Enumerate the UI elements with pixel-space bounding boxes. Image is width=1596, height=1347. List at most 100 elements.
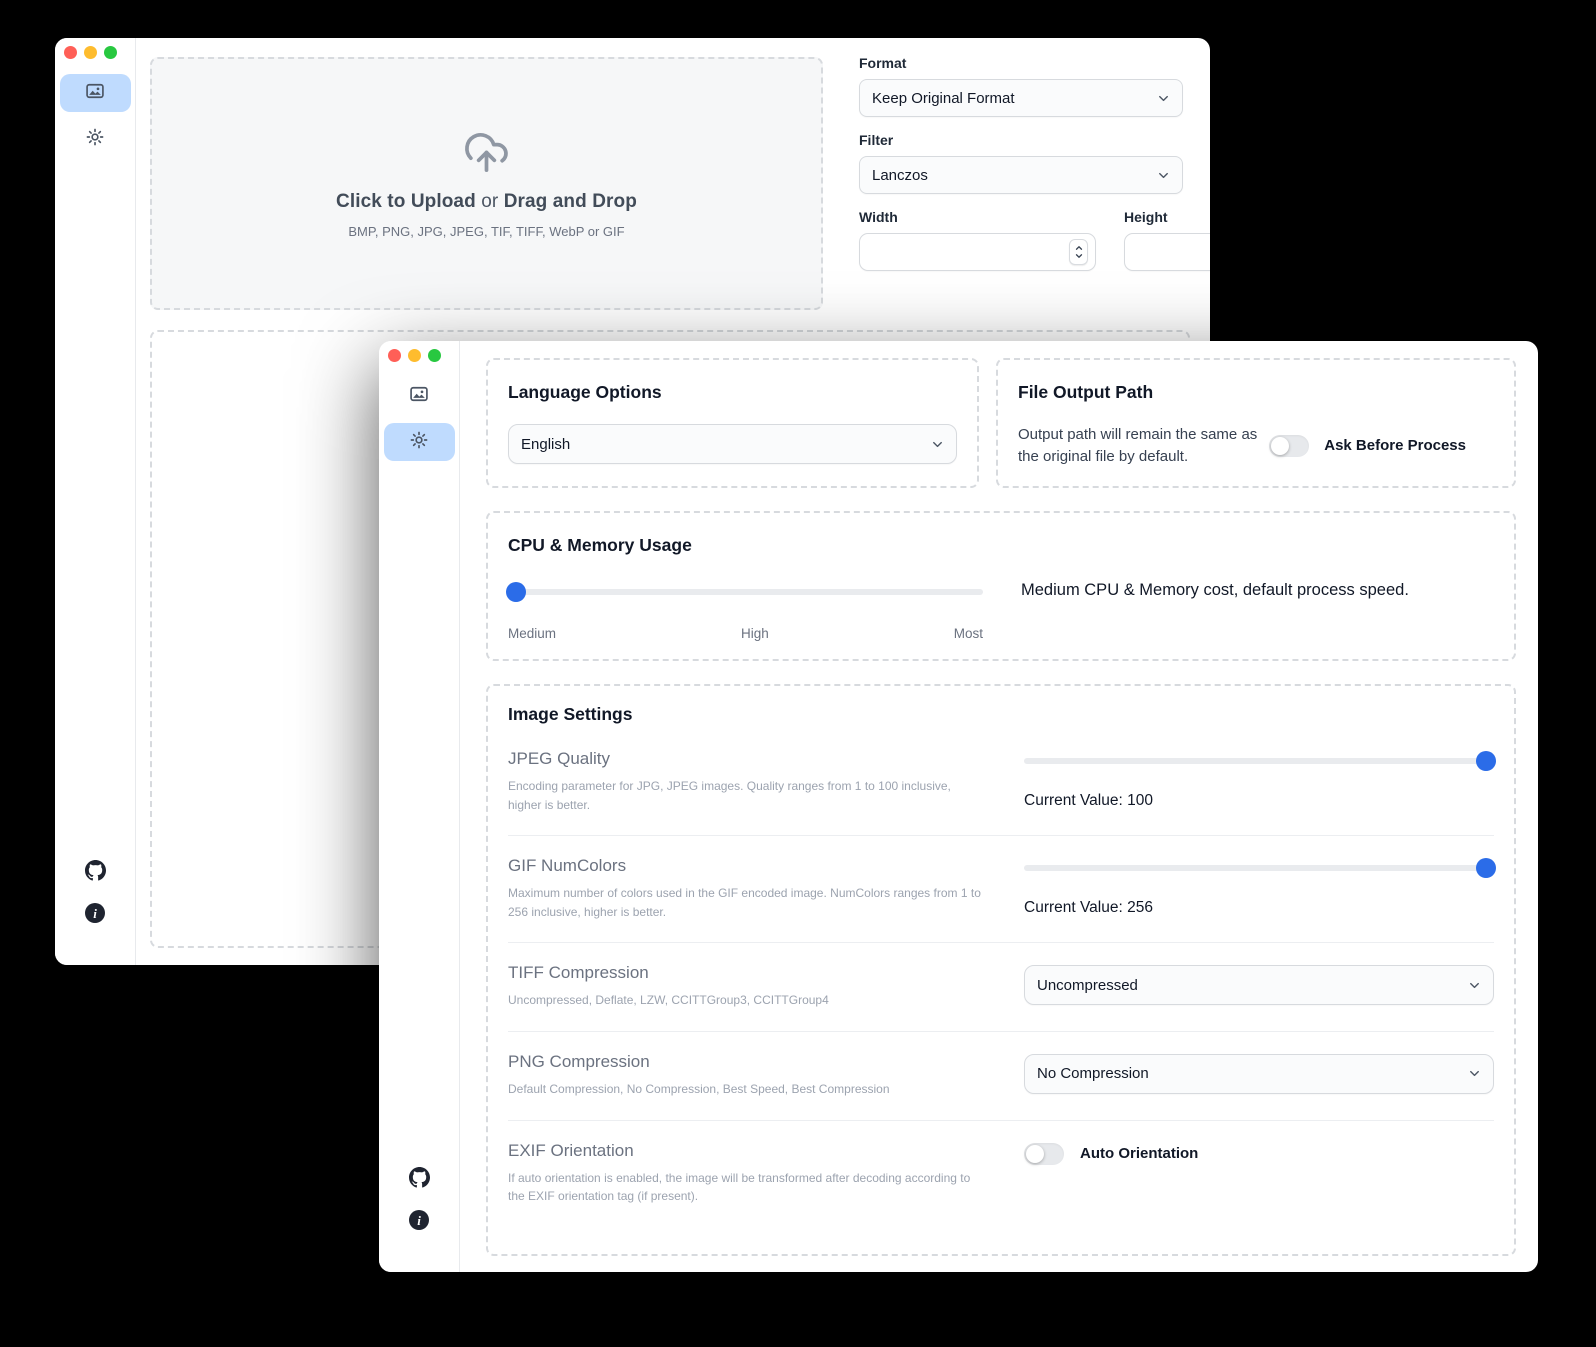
convert-options-panel: Format Keep Original Format Filter Lancz…	[859, 55, 1183, 271]
label-high: High	[741, 626, 769, 641]
section-title: File Output Path	[1018, 382, 1494, 403]
window-controls	[388, 349, 441, 362]
toggle-label: Ask Before Process	[1324, 437, 1466, 454]
cloud-upload-icon	[463, 129, 510, 181]
gear-icon	[85, 127, 105, 152]
cpu-slider-labels: Medium High Most	[508, 626, 983, 641]
window-controls	[64, 46, 117, 59]
upload-formats: BMP, PNG, JPG, JPEG, TIF, TIFF, WebP or …	[348, 224, 624, 239]
sidebar-item-images[interactable]	[60, 74, 131, 112]
current-value-text: Current Value: 256	[1024, 899, 1494, 917]
output-path-description: Output path will remain the same as the …	[1018, 424, 1263, 468]
width-label: Width	[859, 209, 1096, 225]
format-select-value: Keep Original Format	[872, 90, 1015, 107]
toggle-label: Auto Orientation	[1080, 1145, 1198, 1162]
github-icon[interactable]	[85, 860, 106, 886]
setting-title: JPEG Quality	[508, 749, 984, 769]
setting-description: Encoding parameter for JPG, JPEG images.…	[508, 777, 984, 814]
gif-numcolors-slider[interactable]	[1024, 858, 1494, 878]
ask-before-process-toggle[interactable]	[1269, 435, 1309, 457]
height-input-wrap	[1124, 233, 1210, 271]
format-label: Format	[859, 55, 1183, 71]
sidebar-footer: i	[55, 860, 135, 923]
setting-description: Maximum number of colors used in the GIF…	[508, 884, 984, 921]
upload-dropzone[interactable]: Click to Upload or Drag and Drop BMP, PN…	[150, 57, 823, 310]
label-medium: Medium	[508, 626, 556, 641]
setting-row-png-compression: PNG Compression Default Compression, No …	[508, 1031, 1494, 1120]
setting-row-gif-numcolors: GIF NumColors Maximum number of colors u…	[508, 835, 1494, 942]
section-title: Language Options	[508, 382, 957, 403]
slider-track	[1024, 758, 1494, 764]
format-select[interactable]: Keep Original Format	[859, 79, 1183, 117]
setting-row-jpeg-quality: JPEG Quality Encoding parameter for JPG,…	[508, 729, 1494, 835]
file-output-path-section: File Output Path Output path will remain…	[996, 358, 1516, 488]
settings-window: i Language Options English File Output P…	[379, 341, 1538, 1272]
info-icon[interactable]: i	[409, 1210, 429, 1230]
setting-title: EXIF Orientation	[508, 1141, 984, 1161]
upload-title-click: Click to Upload	[336, 191, 476, 212]
height-label: Height	[1124, 209, 1210, 225]
sidebar: i	[379, 341, 460, 1272]
close-button[interactable]	[388, 349, 401, 362]
width-input-wrap	[859, 233, 1096, 271]
slider-thumb[interactable]	[1476, 751, 1496, 771]
language-select-value: English	[521, 436, 570, 453]
width-input[interactable]	[870, 244, 1069, 261]
minimize-button[interactable]	[84, 46, 97, 59]
image-icon	[85, 81, 105, 106]
slider-track	[508, 589, 983, 595]
filter-select-value: Lanczos	[872, 167, 928, 184]
setting-row-exif-orientation: EXIF Orientation If auto orientation is …	[508, 1120, 1494, 1227]
jpeg-quality-slider[interactable]	[1024, 751, 1494, 771]
github-icon[interactable]	[409, 1167, 430, 1193]
cpu-memory-section: CPU & Memory Usage Medium High Most Medi…	[486, 511, 1516, 661]
setting-description: Uncompressed, Deflate, LZW, CCITTGroup3,…	[508, 991, 984, 1010]
setting-title: GIF NumColors	[508, 856, 984, 876]
filter-label: Filter	[859, 132, 1183, 148]
tiff-compression-value: Uncompressed	[1037, 977, 1138, 994]
slider-thumb[interactable]	[506, 582, 526, 602]
slider-track	[1024, 865, 1494, 871]
chevron-down-icon	[1467, 1066, 1482, 1081]
auto-orientation-toggle[interactable]	[1024, 1143, 1064, 1165]
chevron-down-icon	[1156, 168, 1171, 183]
zoom-button[interactable]	[428, 349, 441, 362]
image-icon	[409, 384, 429, 409]
sidebar-footer: i	[379, 1167, 459, 1230]
sidebar-item-settings[interactable]	[60, 120, 131, 158]
language-select[interactable]: English	[508, 424, 957, 464]
cpu-status-text: Medium CPU & Memory cost, default proces…	[983, 581, 1494, 641]
sidebar: i	[55, 38, 136, 965]
up-down-stepper-icon[interactable]	[1069, 239, 1088, 265]
upload-title-drag: Drag and Drop	[504, 191, 637, 212]
setting-title: TIFF Compression	[508, 963, 984, 983]
image-settings-section: Image Settings JPEG Quality Encoding par…	[486, 684, 1516, 1256]
close-button[interactable]	[64, 46, 77, 59]
minimize-button[interactable]	[408, 349, 421, 362]
settings-main: Language Options English File Output Pat…	[460, 341, 1538, 1272]
sidebar-item-settings[interactable]	[384, 423, 455, 461]
section-title: CPU & Memory Usage	[508, 535, 1494, 556]
setting-description: If auto orientation is enabled, the imag…	[508, 1169, 984, 1206]
upload-title-or: or	[481, 191, 498, 212]
setting-title: PNG Compression	[508, 1052, 984, 1072]
png-compression-select[interactable]: No Compression	[1024, 1054, 1494, 1094]
current-value-text: Current Value: 100	[1024, 792, 1494, 810]
height-input[interactable]	[1135, 244, 1210, 261]
gear-icon	[409, 430, 429, 455]
section-title: Image Settings	[508, 704, 1494, 725]
label-most: Most	[954, 626, 983, 641]
upload-title: Click to Upload or Drag and Drop	[336, 191, 637, 213]
info-icon[interactable]: i	[85, 903, 105, 923]
language-options-section: Language Options English	[486, 358, 979, 488]
tiff-compression-select[interactable]: Uncompressed	[1024, 965, 1494, 1005]
sidebar-item-images[interactable]	[384, 377, 455, 415]
chevron-down-icon	[1467, 978, 1482, 993]
slider-thumb[interactable]	[1476, 858, 1496, 878]
setting-description: Default Compression, No Compression, Bes…	[508, 1080, 984, 1099]
png-compression-value: No Compression	[1037, 1065, 1149, 1082]
cpu-memory-slider[interactable]	[508, 582, 983, 602]
zoom-button[interactable]	[104, 46, 117, 59]
filter-select[interactable]: Lanczos	[859, 156, 1183, 194]
chevron-down-icon	[930, 437, 945, 452]
